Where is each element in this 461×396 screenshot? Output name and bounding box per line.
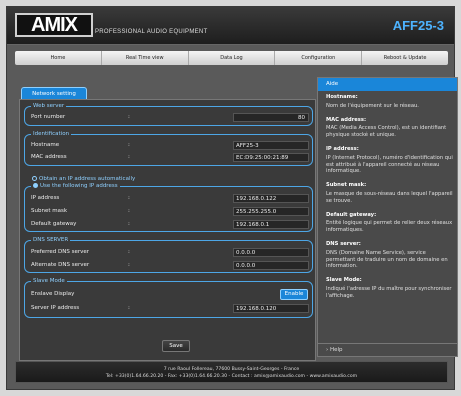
radio-selected-icon[interactable] <box>33 183 38 188</box>
slave-mode-group: Slave Mode Enslave Display Enable Server… <box>24 278 313 318</box>
port-label: Port number <box>31 114 66 120</box>
gateway-label: Default gateway <box>31 221 77 227</box>
identification-title: Identification <box>31 131 72 137</box>
mac-value: EC:D9:25:00:21:89 <box>233 153 309 162</box>
web-server-title: Web server <box>31 103 67 109</box>
help-heading: IP address: <box>326 145 359 152</box>
port-row: Port number : 80 <box>31 113 309 123</box>
help-heading: MAC address: <box>326 116 367 123</box>
colon: : <box>128 154 130 160</box>
mac-label: MAC address <box>31 154 67 160</box>
network-settings-area: Network setting Web server Port number :… <box>15 79 316 362</box>
app-window: AMIX PROFESSIONAL AUDIO EQUIPMENT AFF25-… <box>6 6 458 390</box>
footer: 7 rue Raoul Follereau, 77600 Bussy-Saint… <box>15 361 448 383</box>
help-heading: Subnet mask: <box>326 182 367 189</box>
mac-row: MAC address : EC:D9:25:00:21:89 <box>31 153 309 163</box>
header: AMIX PROFESSIONAL AUDIO EQUIPMENT AFF25-… <box>7 7 454 45</box>
nav-reboot-update[interactable]: Reboot & Update <box>362 51 448 65</box>
preferred-dns-input[interactable]: 0.0.0.0 <box>233 248 309 257</box>
help-link[interactable]: › Help <box>318 343 457 356</box>
hostname-label: Hostname <box>31 142 60 148</box>
footer-address: 7 rue Raoul Follereau, 77600 Bussy-Saint… <box>163 367 300 372</box>
model-name: AFF25-3 <box>392 18 444 33</box>
subnet-input[interactable]: 255.255.255.0 <box>233 207 309 216</box>
radio-unselected-icon[interactable] <box>32 176 37 181</box>
colon: : <box>128 305 130 311</box>
alternate-dns-input[interactable]: 0.0.0.0 <box>233 261 309 270</box>
server-ip-row: Server IP address : 192.168.0.120 <box>31 304 309 314</box>
footer-contact: Tel: +33(0)1.64.66.20.20 - Fax: +33(0)1.… <box>105 374 358 379</box>
tagline: PROFESSIONAL AUDIO EQUIPMENT <box>95 29 208 35</box>
enable-button[interactable]: Enable <box>280 289 308 300</box>
alternate-dns-row: Alternate DNS server : 0.0.0.0 <box>31 261 309 271</box>
help-heading: Hostname: <box>326 94 358 100</box>
help-text: DNS (Domaine Name Service), service perm… <box>326 249 448 270</box>
help-text: Nom de l'équipement sur le réseau. <box>326 102 419 109</box>
help-heading: Default gateway: <box>326 211 377 218</box>
colon: : <box>128 221 130 227</box>
use-following-ip-option[interactable]: Use the following IP address <box>31 183 120 189</box>
help-text: IP (Internet Protocol), numéro d'identif… <box>326 154 453 175</box>
aide-title: Aide <box>318 78 457 91</box>
dns-server-group: DNS SERVER Preferred DNS server : 0.0.0.… <box>24 237 313 273</box>
help-text: MAC (Media Access Control), est un ident… <box>326 125 447 139</box>
subnet-label: Subnet mask <box>31 208 68 214</box>
enslave-row: Enslave Display Enable <box>31 289 308 300</box>
obtain-ip-auto-option[interactable]: Obtain an IP address automatically <box>32 176 135 182</box>
main-nav: Home Real Time view Data Log Configurati… <box>15 51 448 65</box>
preferred-dns-row: Preferred DNS server : 0.0.0.0 <box>31 248 309 258</box>
subnet-row: Subnet mask : 255.255.255.0 <box>31 207 309 217</box>
amix-logo: AMIX <box>15 13 93 37</box>
gateway-row: Default gateway : 192.168.0.1 <box>31 220 309 230</box>
save-button[interactable]: Save <box>162 340 190 352</box>
help-panel: Aide Hostname: Nom de l'équipement sur l… <box>317 77 458 357</box>
colon: : <box>128 114 130 120</box>
help-text: Entité logique qui permet de relier deux… <box>326 220 453 234</box>
enslave-label: Enslave Display <box>31 291 75 297</box>
ip-address-row: IP address : 192.168.0.122 <box>31 194 309 204</box>
obtain-ip-auto-label: Obtain an IP address automatically <box>39 176 136 182</box>
hostname-input[interactable]: AFF25-3 <box>233 141 309 150</box>
aide-body: Hostname: Nom de l'équipement sur le rés… <box>326 94 454 307</box>
colon: : <box>128 208 130 214</box>
web-server-group: Web server Port number : 80 <box>24 103 313 126</box>
port-input[interactable]: 80 <box>233 113 309 122</box>
network-setting-panel: Web server Port number : 80 Identificati… <box>19 99 316 361</box>
nav-home[interactable]: Home <box>15 51 102 65</box>
identification-group: Identification Hostname : AFF25-3 MAC ad… <box>24 131 313 166</box>
help-text: Le masque de sous-réseau dans lequel l'a… <box>326 190 453 204</box>
hostname-row: Hostname : AFF25-3 <box>31 141 309 151</box>
use-following-ip-label: Use the following IP address <box>40 183 118 189</box>
alternate-dns-label: Alternate DNS server <box>31 262 90 268</box>
help-text: Indiqué l'adresse IP du maître pour sync… <box>326 285 452 299</box>
nav-real-time-view[interactable]: Real Time view <box>102 51 189 65</box>
gateway-input[interactable]: 192.168.0.1 <box>233 220 309 229</box>
server-ip-input[interactable]: 192.168.0.120 <box>233 304 309 313</box>
nav-configuration[interactable]: Configuration <box>275 51 363 65</box>
help-heading: DNS server: <box>326 240 361 247</box>
ip-address-label: IP address <box>31 195 60 201</box>
ip-address-group: Use the following IP address IP address … <box>24 183 313 232</box>
colon: : <box>128 249 130 255</box>
colon: : <box>128 262 130 268</box>
help-heading: Slave Mode: <box>326 277 362 284</box>
dns-server-title: DNS SERVER <box>31 237 71 243</box>
preferred-dns-label: Preferred DNS server <box>31 249 89 255</box>
colon: : <box>128 195 130 201</box>
colon: : <box>128 142 130 148</box>
slave-mode-title: Slave Mode <box>31 278 67 284</box>
nav-data-log[interactable]: Data Log <box>189 51 276 65</box>
server-ip-label: Server IP address <box>31 305 80 311</box>
ip-address-input[interactable]: 192.168.0.122 <box>233 194 309 203</box>
